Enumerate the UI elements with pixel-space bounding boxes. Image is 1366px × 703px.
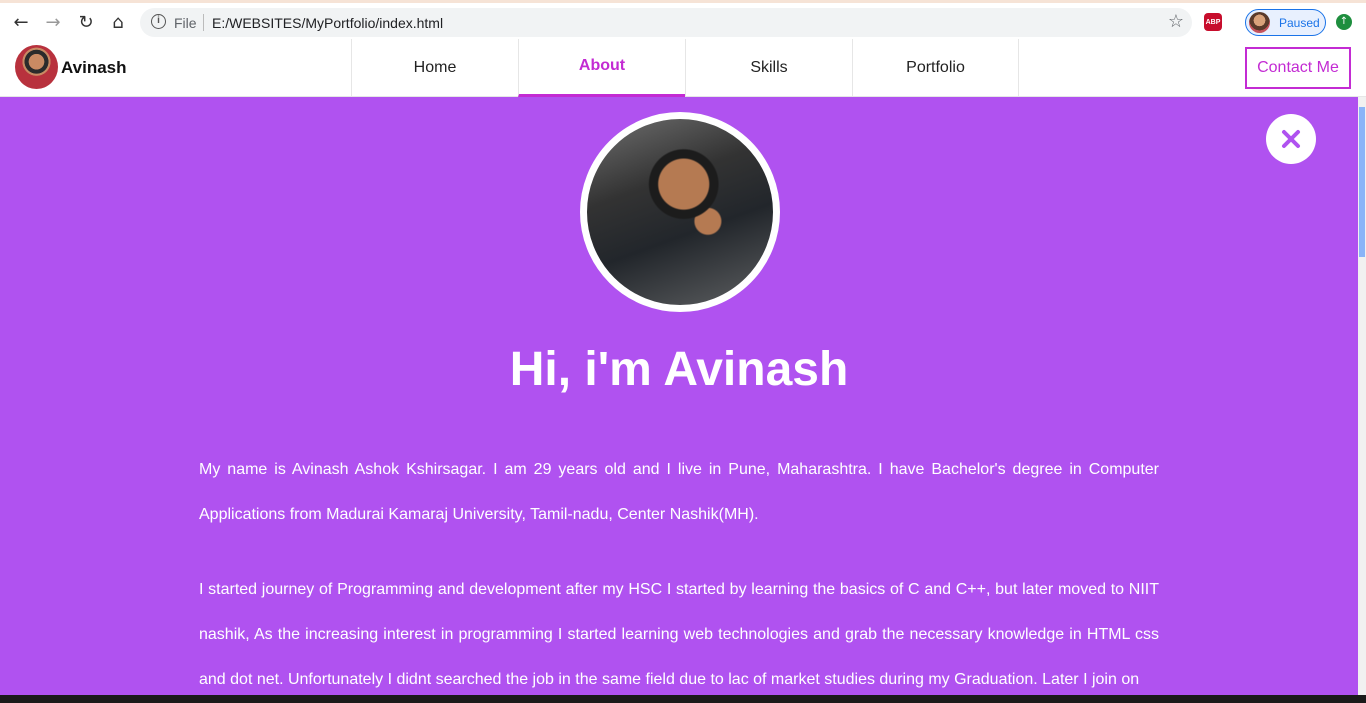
taskbar-edge [0,695,1366,703]
update-icon[interactable]: ↑ [1336,14,1352,30]
close-icon [1282,130,1300,148]
bio-paragraph: I started journey of Programming and dev… [199,581,1159,688]
profile-avatar [1249,12,1270,33]
site-navbar: Avinash Home About Skills Portfolio Cont… [0,39,1366,97]
address-separator [203,14,204,31]
profile-button[interactable]: Paused [1245,9,1326,36]
nav-tab-skills[interactable]: Skills [685,39,852,97]
page-scrollbar[interactable] [1358,97,1366,695]
scrollbar-thumb[interactable] [1359,107,1365,257]
nav-tab-portfolio[interactable]: Portfolio [852,39,1019,97]
profile-status: Paused [1279,16,1320,30]
about-headline: Hi, i'm Avinash [509,343,849,396]
address-bar[interactable]: i File E:/WEBSITES/MyPortfolio/index.htm… [140,8,1192,37]
reload-icon[interactable]: ↻ [75,11,97,33]
close-button[interactable] [1266,114,1316,164]
bookmark-star-icon[interactable]: ☆ [1168,11,1184,32]
profile-photo [580,112,780,312]
home-icon[interactable]: ⌂ [107,11,129,33]
nav-tab-about[interactable]: About [518,39,685,97]
forward-arrow-icon[interactable]: → [42,11,64,33]
browser-toolbar: ← → ↻ ⌂ i File E:/WEBSITES/MyPortfolio/i… [0,0,1366,39]
info-icon[interactable]: i [151,14,166,29]
brand-name[interactable]: Avinash [61,58,127,78]
address-scheme: File [174,15,197,31]
brand-avatar[interactable] [15,45,58,89]
contact-me-button[interactable]: Contact Me [1245,47,1351,89]
nav-tab-home[interactable]: Home [351,39,518,97]
bio-paragraph: My name is Avinash Ashok Kshirsagar. I a… [199,461,1159,523]
address-url[interactable]: E:/WEBSITES/MyPortfolio/index.html [212,15,443,31]
back-arrow-icon[interactable]: ← [10,11,32,33]
about-section: Hi, i'm Avinash My name is Avinash Ashok… [0,97,1358,695]
adblock-icon[interactable]: ABP [1204,13,1222,31]
